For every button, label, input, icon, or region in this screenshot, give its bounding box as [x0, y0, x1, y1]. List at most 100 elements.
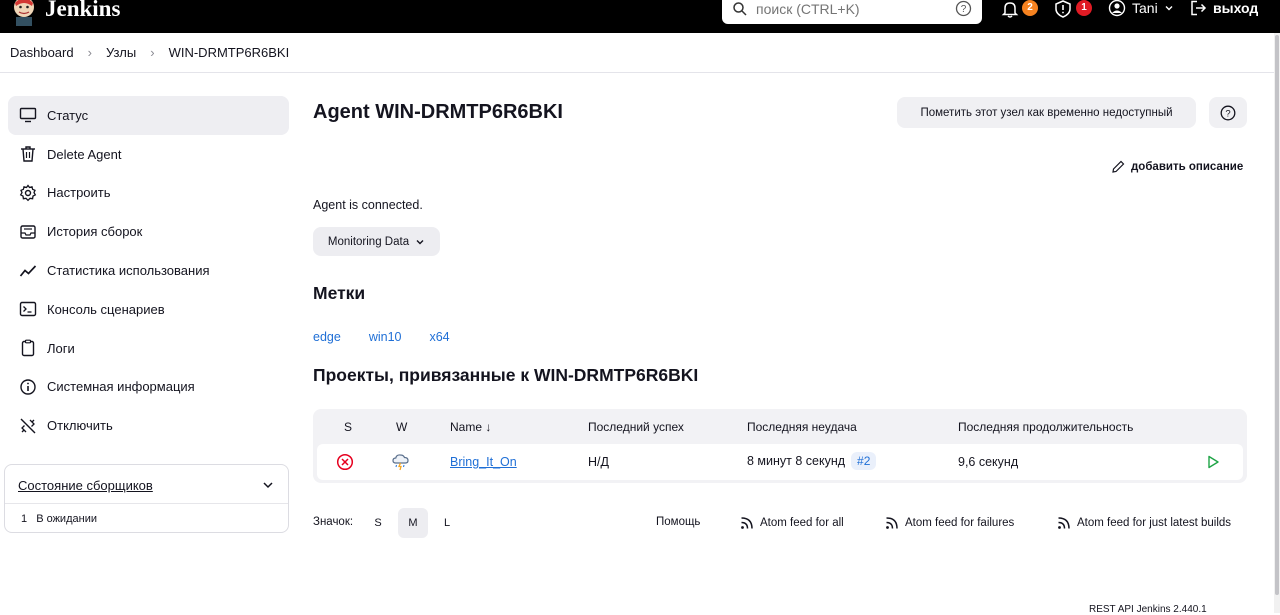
failed-icon	[336, 453, 354, 471]
sidebar-item-label: Delete Agent	[47, 146, 122, 162]
search-box[interactable]: ?	[722, 0, 982, 24]
inbox-icon	[20, 225, 36, 239]
sidebar-item-label: Статистика использования	[47, 263, 210, 279]
disconnect-icon	[20, 418, 36, 434]
column-header-last-success[interactable]: Последний успех	[588, 420, 684, 434]
gear-icon	[19, 184, 37, 202]
column-header-name[interactable]: Name ↓	[450, 420, 491, 434]
add-description-link[interactable]: добавить описание	[1111, 160, 1243, 174]
atom-feed-latest-label: Atom feed for just latest builds	[1077, 517, 1232, 529]
atom-feed-failures-label: Atom feed for failures	[905, 517, 1015, 529]
user-menu[interactable]: Tani	[1108, 0, 1174, 18]
labels-list: edge win10 x64	[313, 330, 450, 344]
projects-heading: Проекты, привязанные к WIN-DRMTP6R6BKI	[313, 365, 699, 385]
sidebar-item-system-info[interactable]: Системная информация	[8, 368, 289, 407]
atom-feed-all-label: Atom feed for all	[760, 517, 844, 529]
bell-icon[interactable]	[1000, 0, 1020, 19]
sidebar-item-configure[interactable]: Настроить	[8, 174, 289, 213]
rest-api-footer[interactable]: REST API Jenkins 2.440.1	[1089, 604, 1207, 615]
monitoring-data-button[interactable]: Monitoring Data	[313, 227, 440, 256]
breadcrumb-nodes[interactable]: Узлы	[106, 45, 136, 60]
svg-text:?: ?	[1225, 108, 1230, 119]
executor-number: 1	[21, 513, 28, 525]
breadcrumb-agent[interactable]: WIN-DRMTP6R6BKI	[169, 45, 290, 60]
atom-feed-latest-link[interactable]: Atom feed for just latest builds	[1057, 516, 1231, 530]
rss-icon	[1058, 517, 1070, 529]
logout-icon	[1191, 0, 1207, 16]
rss-icon	[886, 517, 898, 529]
chevron-down-icon	[1165, 6, 1173, 11]
notifications-badge: 2	[1022, 0, 1038, 16]
label-link[interactable]: win10	[369, 330, 402, 344]
play-icon[interactable]	[1205, 454, 1221, 470]
column-header-status[interactable]: S	[344, 420, 352, 434]
column-header-last-duration[interactable]: Последняя продолжительность	[958, 420, 1133, 434]
shield-icon[interactable]	[1053, 0, 1073, 19]
column-header-weather[interactable]: W	[396, 420, 407, 434]
help-icon: ?	[1220, 105, 1236, 120]
executor-status-title[interactable]: Состояние сборщиков	[18, 478, 153, 493]
atom-feed-failures-link[interactable]: Atom feed for failures	[885, 516, 1014, 530]
sidebar-item-delete-agent[interactable]: Delete Agent	[8, 135, 289, 174]
atom-feed-all-link[interactable]: Atom feed for all	[740, 516, 844, 530]
project-name-link[interactable]: Bring_It_On	[450, 455, 517, 469]
search-help-icon[interactable]: ?	[955, 0, 972, 17]
chevron-down-icon	[416, 239, 424, 244]
sidebar-item-label: Системная информация	[47, 379, 195, 395]
last-failure-time: 8 минут 8 секунд	[747, 454, 846, 468]
sidebar-item-label: Логи	[47, 340, 75, 356]
sidebar-item-logs[interactable]: Логи	[8, 329, 289, 368]
security-badge: 1	[1076, 0, 1092, 16]
labels-heading: Метки	[313, 283, 366, 303]
executor-status-panel: Состояние сборщиков 1 В ожидании	[4, 464, 289, 533]
user-icon	[1108, 0, 1126, 17]
sidebar-item-label: Статус	[47, 107, 89, 123]
divider	[5, 503, 288, 504]
jenkins-logo-icon[interactable]	[10, 0, 38, 26]
add-description-label: добавить описание	[1131, 161, 1244, 173]
icon-size-s[interactable]: S	[363, 508, 393, 538]
column-header-last-failure[interactable]: Последняя неудача	[747, 420, 857, 434]
label-link[interactable]: x64	[429, 330, 449, 344]
breadcrumb-dashboard[interactable]: Dashboard	[10, 45, 74, 60]
sidebar-item-disconnect[interactable]: Отключить	[8, 406, 289, 445]
sidebar-item-label: Отключить	[47, 418, 113, 434]
info-icon	[20, 379, 36, 395]
breadcrumb-chevron-icon: ›	[150, 45, 155, 60]
search-input[interactable]	[756, 0, 946, 19]
svg-text:?: ?	[961, 4, 967, 15]
icon-size-label: Значок:	[313, 516, 354, 528]
monitoring-data-label: Monitoring Data	[327, 235, 410, 248]
executor-state: В ожидании	[36, 513, 97, 525]
label-link[interactable]: edge	[313, 330, 341, 344]
breadcrumb-chevron-icon: ›	[87, 45, 92, 60]
sidebar-item-status[interactable]: Статус	[8, 96, 289, 135]
help-link[interactable]: Помощь	[656, 516, 700, 528]
logout-label: выход	[1213, 0, 1259, 16]
scrollbar-thumb[interactable]	[1275, 35, 1279, 595]
sidebar-item-build-history[interactable]: История сборок	[8, 212, 289, 251]
sidebar-item-usage-statistics[interactable]: Статистика использования	[8, 251, 289, 290]
clipboard-icon	[21, 339, 35, 357]
table-row: Bring_It_On Н/Д 8 минут 8 секунд #2 9,6 с…	[317, 444, 1243, 480]
trash-icon	[21, 146, 35, 162]
rss-icon	[741, 517, 753, 529]
last-success-cell: Н/Д	[588, 455, 609, 469]
help-button[interactable]: ?	[1209, 97, 1247, 128]
last-duration-cell: 9,6 секунд	[958, 455, 1019, 469]
top-bar: Jenkins ? 2 1 Tani	[0, 0, 1280, 33]
icon-size-m[interactable]: M	[398, 508, 428, 538]
projects-table: S W Name ↓ Последний успех Последняя неу…	[313, 409, 1247, 483]
failure-build-link[interactable]: #2	[851, 452, 877, 470]
logout-link[interactable]: выход	[1189, 0, 1258, 18]
icon-size-l[interactable]: L	[432, 508, 462, 538]
search-icon	[733, 2, 747, 16]
sidebar: Статус Delete Agent Настроить История сб…	[8, 96, 289, 445]
sidebar-item-label: Настроить	[47, 185, 111, 201]
brand-name[interactable]: Jenkins	[45, 0, 120, 22]
sidebar-item-script-console[interactable]: Консоль сценариев	[8, 290, 289, 329]
page-scrollbar[interactable]	[1274, 33, 1280, 613]
chevron-down-icon[interactable]	[262, 479, 274, 491]
mark-offline-button[interactable]: Пометить этот узел как временно недоступ…	[897, 97, 1196, 128]
pencil-icon	[1112, 160, 1125, 173]
